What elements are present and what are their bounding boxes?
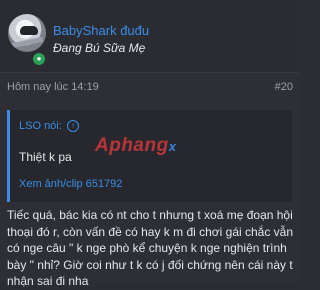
watermark-suffix: x — [168, 139, 177, 154]
post-number[interactable]: #20 — [275, 81, 293, 93]
watermark-logo: Aphangx — [95, 135, 176, 157]
forum-post: ● BabyShark đuđu Đang Bú Sữa Mẹ Hôm nay … — [0, 0, 300, 288]
username-link[interactable]: BabyShark đuđu — [53, 23, 149, 38]
post-content: Tiếc quá, bác kia có nt cho t nhưng t xo… — [7, 208, 294, 288]
arrow-up-circle-icon[interactable]: ↑ — [66, 120, 79, 132]
post-meta: Hôm nay lúc 14:19 #20 — [0, 78, 300, 98]
quote-author-link[interactable]: LSO nói: ↑ — [19, 120, 79, 132]
post-timestamp[interactable]: Hôm nay lúc 14:19 — [7, 81, 99, 93]
avatar[interactable] — [8, 14, 46, 52]
user-bar: ● BabyShark đuđu Đang Bú Sữa Mẹ — [0, 0, 300, 73]
watermark-text: Aphang — [95, 135, 169, 156]
online-indicator-icon: ● — [31, 51, 47, 67]
quote-author[interactable]: LSO nói: — [19, 120, 62, 132]
avatar-stripe — [10, 36, 44, 49]
quote-text: Thiệt k pa — [19, 150, 72, 164]
quote-expand-link[interactable]: Xem ảnh/clip 651792 — [19, 178, 122, 190]
avatar-visor — [20, 26, 38, 35]
user-title: Đang Bú Sữa Mẹ — [53, 41, 146, 55]
